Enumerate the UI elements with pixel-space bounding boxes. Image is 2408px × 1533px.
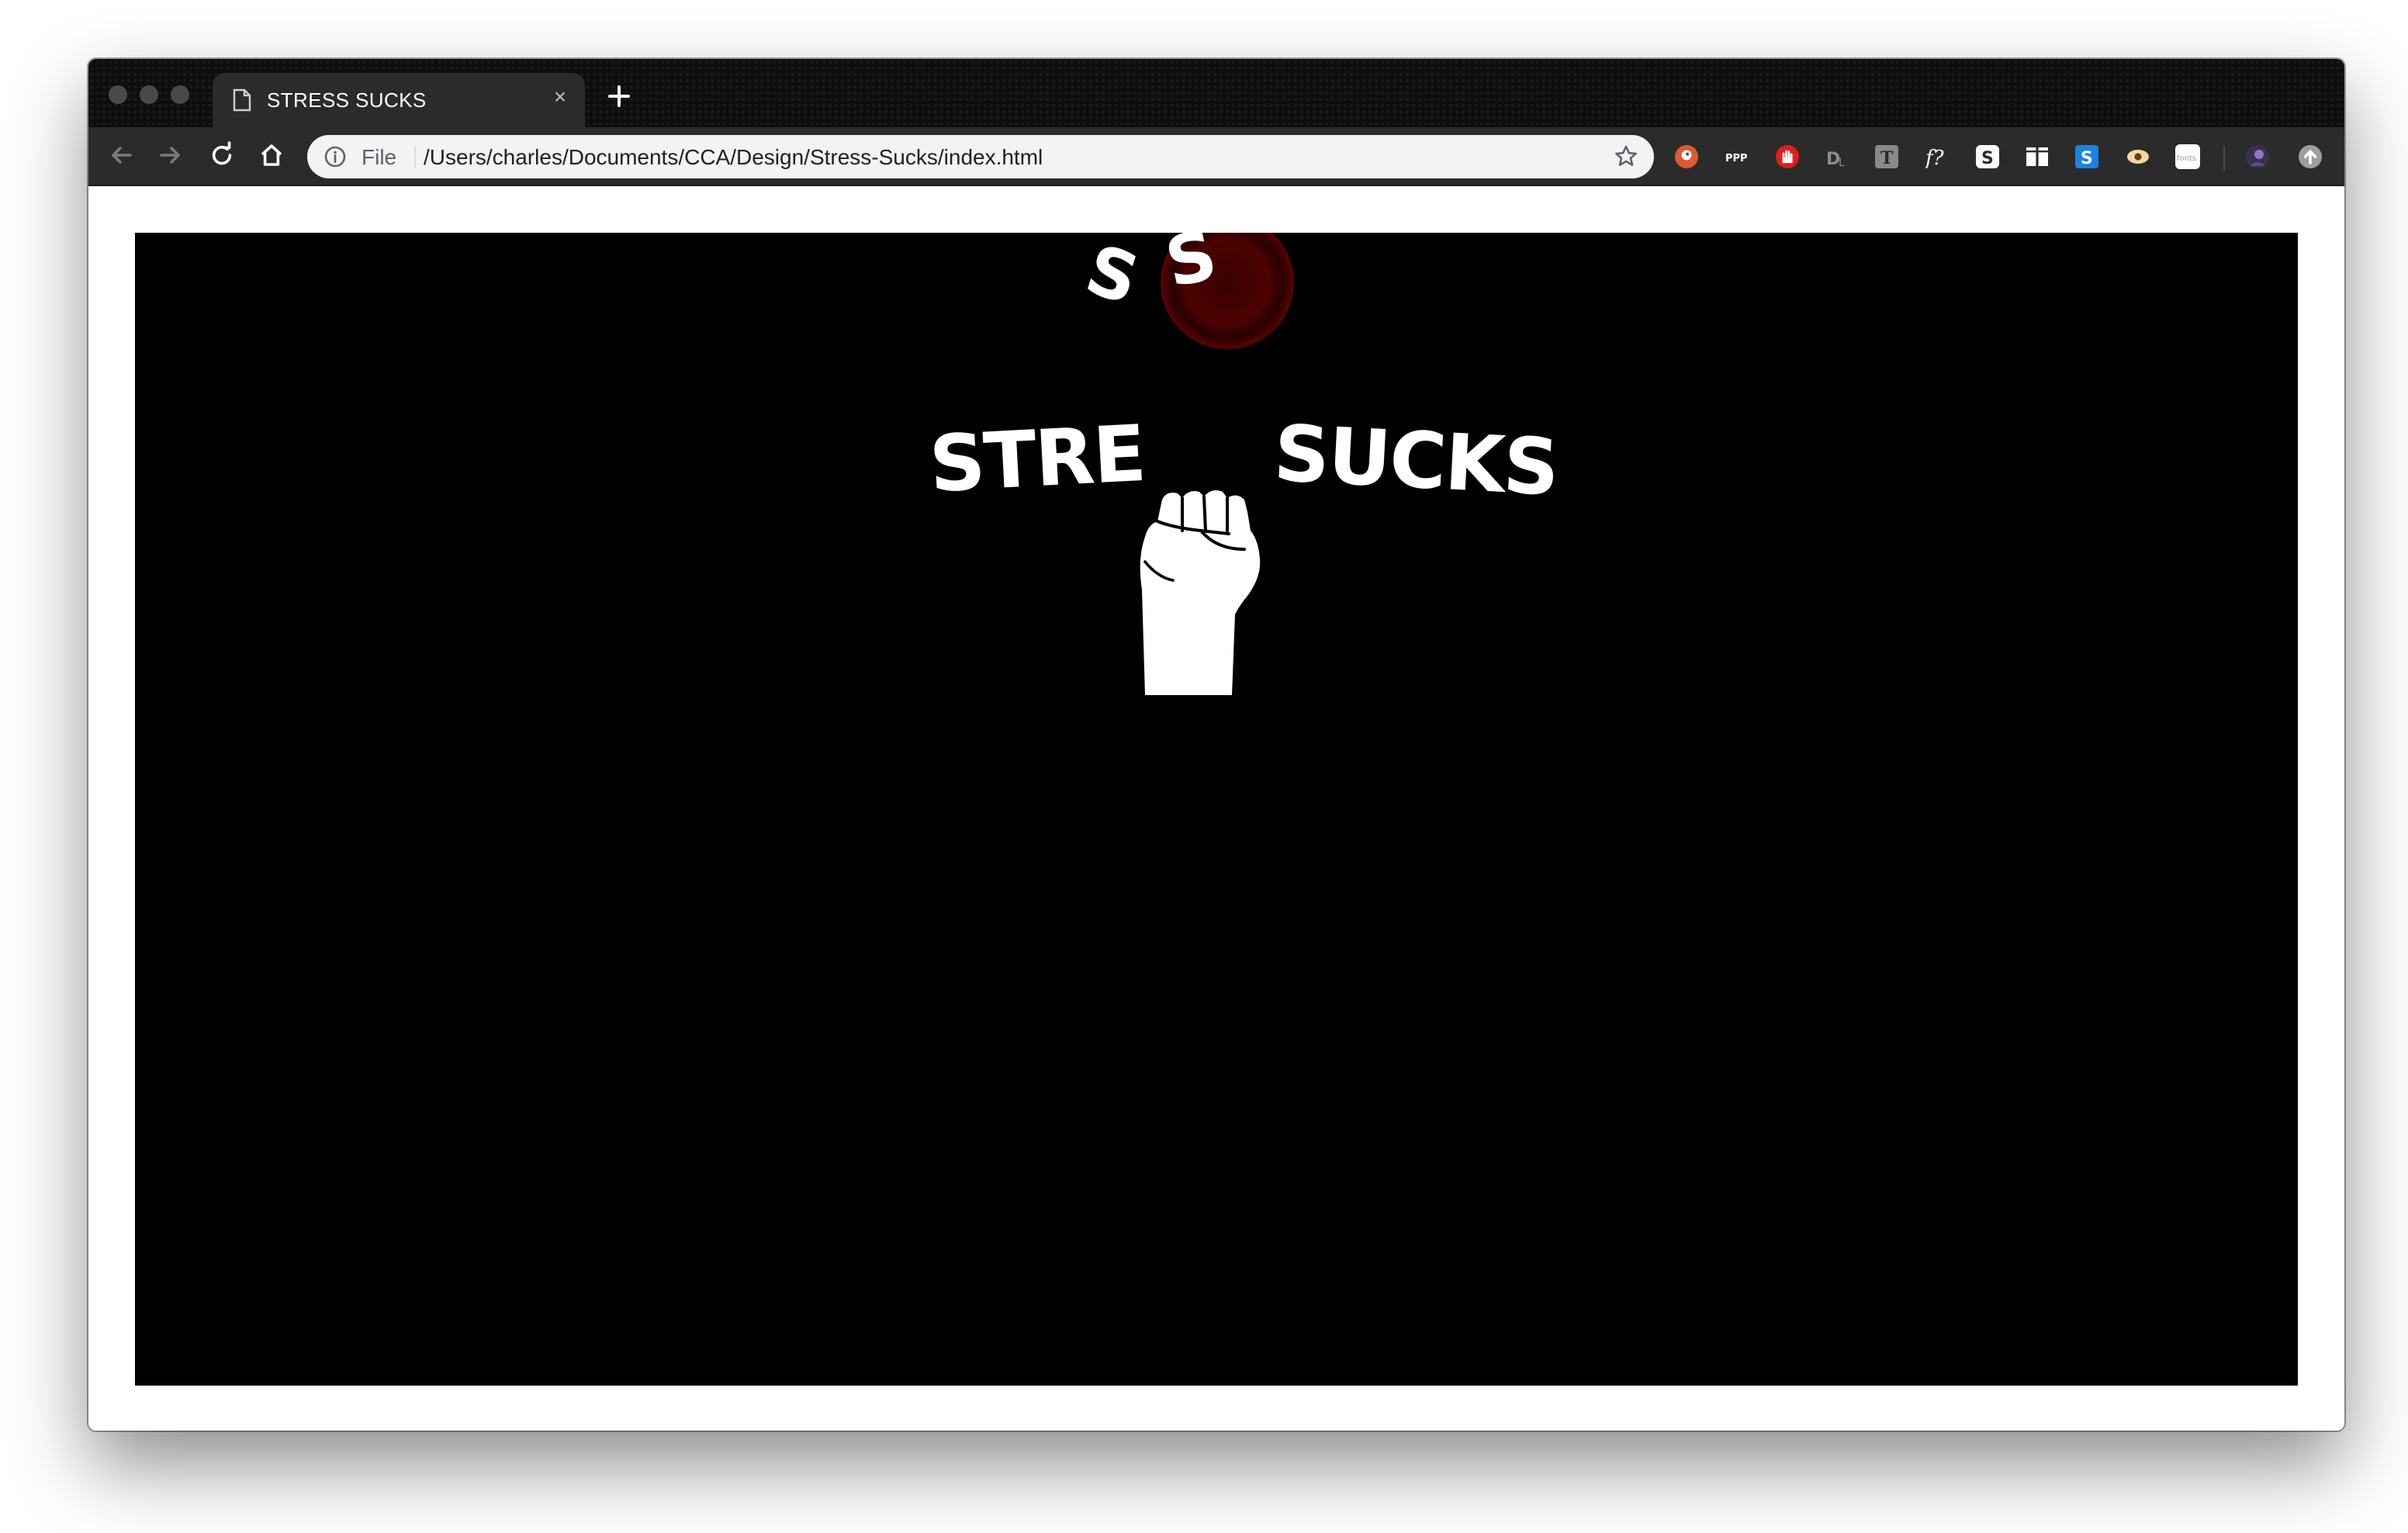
title-left-word: STRE: [927, 408, 1147, 510]
tab-title: STRESS SUCKS: [267, 88, 427, 112]
duckduckgo-extension-icon[interactable]: [1674, 144, 1699, 169]
dl-extension-icon[interactable]: D L: [1825, 144, 1849, 169]
s-extension-icon[interactable]: S: [1975, 144, 2000, 169]
address-divider: [414, 146, 416, 168]
hand-stop-extension-icon[interactable]: [1775, 144, 1800, 169]
browser-window: STRESS SUCKS × File /Users/charles/Docum…: [88, 59, 2344, 1431]
maximize-window-button[interactable]: [171, 85, 189, 104]
browser-toolbar: File /Users/charles/Documents/CCA/Design…: [88, 127, 2344, 186]
svg-text:fonts: fonts: [2177, 154, 2196, 163]
page-content: S S STRE SUCKS: [88, 186, 2344, 1431]
url-text[interactable]: /Users/charles/Documents/CCA/Design/Stre…: [424, 144, 1043, 169]
svg-text:S: S: [2081, 149, 2093, 168]
fonts-extension-icon[interactable]: fonts: [2175, 144, 2200, 169]
document-icon: [233, 88, 251, 112]
back-button[interactable]: [107, 141, 135, 169]
ppp-extension-icon[interactable]: PPP: [1724, 144, 1749, 169]
columns-extension-icon[interactable]: [2025, 144, 2050, 169]
title-right-word: SUCKS: [1271, 408, 1560, 514]
close-window-button[interactable]: [109, 85, 127, 104]
home-button[interactable]: [258, 141, 285, 169]
address-bar[interactable]: File /Users/charles/Documents/CCA/Design…: [307, 135, 1654, 178]
svg-text:T: T: [1880, 148, 1894, 168]
scheme-label: File: [362, 144, 397, 169]
t-extension-icon[interactable]: T: [1874, 144, 1899, 169]
bookmark-star-icon[interactable]: [1614, 144, 1638, 169]
blue-s-extension-icon[interactable]: S: [2074, 144, 2099, 169]
stress-button[interactable]: S: [1159, 233, 1294, 349]
svg-text:PPP: PPP: [1725, 153, 1748, 164]
minimize-window-button[interactable]: [140, 85, 158, 104]
button-letter-s: S: [1159, 233, 1224, 304]
info-icon[interactable]: [324, 146, 346, 168]
reload-button[interactable]: [208, 141, 236, 169]
tab-stress-sucks[interactable]: STRESS SUCKS ×: [213, 73, 585, 127]
floating-letter-s: S: [1076, 233, 1147, 320]
new-tab-button[interactable]: [605, 82, 633, 110]
toolbar-separator: [2223, 146, 2225, 171]
screen: STRESS SUCKS × File /Users/charles/Docum…: [0, 0, 2408, 1533]
close-tab-button[interactable]: ×: [551, 85, 569, 107]
tab-strip: STRESS SUCKS ×: [88, 59, 2344, 127]
profile-avatar-icon[interactable]: [2245, 144, 2270, 169]
svg-text:S: S: [1981, 149, 1994, 168]
raised-fist-icon: [1140, 490, 1261, 695]
stage-canvas: S S STRE SUCKS: [135, 233, 2298, 1386]
svg-text:L: L: [1839, 157, 1845, 169]
update-icon[interactable]: [2298, 144, 2323, 169]
svg-text:f?: f?: [1924, 147, 1945, 169]
whatfont-extension-icon[interactable]: f?: [1924, 144, 1949, 169]
forward-button[interactable]: [157, 141, 185, 169]
eye-extension-icon[interactable]: [2126, 144, 2150, 169]
